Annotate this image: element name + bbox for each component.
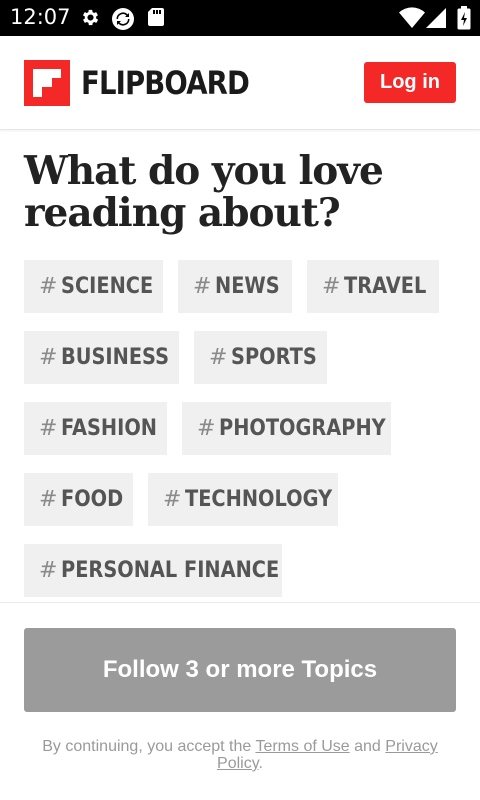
- topic-label: FOOD: [61, 487, 124, 512]
- hashtag-icon: #: [197, 416, 216, 441]
- sync-icon: [111, 7, 135, 36]
- page-title: What do you love reading about?: [24, 150, 464, 234]
- hashtag-icon: #: [39, 274, 58, 299]
- topic-chip-news[interactable]: # NEWS: [178, 260, 292, 313]
- topic-label: SCIENCE: [61, 274, 154, 299]
- topic-label: NEWS: [215, 274, 281, 299]
- flipboard-logo-icon: [24, 60, 70, 106]
- bottom-panel: Follow 3 or more Topics By continuing, y…: [0, 602, 480, 800]
- battery-icon: [457, 6, 471, 35]
- status-bar: 12:07: [0, 0, 480, 36]
- topic-label: SPORTS: [231, 345, 318, 370]
- page-title-line-2: reading about?: [24, 190, 341, 236]
- topic-label: PHOTOGRAPHY: [219, 416, 387, 441]
- hashtag-icon: #: [322, 274, 341, 299]
- hashtag-icon: #: [39, 487, 58, 512]
- topic-label: FASHION: [61, 416, 158, 441]
- signal-icon: [425, 7, 447, 34]
- hashtag-icon: #: [163, 487, 182, 512]
- topic-chip-food[interactable]: # FOOD: [24, 473, 133, 526]
- legal-suffix: .: [258, 755, 263, 772]
- app-header: FLIPBOARD Log in: [0, 36, 480, 130]
- topic-chip-personal-finance[interactable]: # PERSONAL FINANCE: [24, 544, 282, 597]
- follow-topics-button[interactable]: Follow 3 or more Topics: [24, 628, 456, 712]
- topic-chip-technology[interactable]: # TECHNOLOGY: [148, 473, 338, 526]
- page-title-line-1: What do you love: [24, 148, 384, 194]
- hashtag-icon: #: [39, 416, 58, 441]
- topic-label: TECHNOLOGY: [185, 487, 333, 512]
- topic-chip-business[interactable]: # BUSINESS: [24, 331, 179, 384]
- logo-wordmark: FLIPBOARD: [81, 64, 250, 102]
- legal-notice: By continuing, you accept the Terms of U…: [24, 738, 456, 772]
- status-time: 12:07: [10, 5, 71, 29]
- hashtag-icon: #: [39, 558, 58, 583]
- topic-chip-science[interactable]: # SCIENCE: [24, 260, 163, 313]
- topic-label: PERSONAL FINANCE: [61, 558, 280, 583]
- hashtag-icon: #: [39, 345, 58, 370]
- topic-chip-fashion[interactable]: # FASHION: [24, 402, 167, 455]
- gear-icon: [80, 7, 101, 33]
- legal-and: and: [349, 738, 386, 755]
- wifi-icon: [399, 7, 425, 34]
- legal-prefix: By continuing, you accept the: [42, 738, 256, 755]
- sd-card-icon: [147, 7, 165, 32]
- hashtag-icon: #: [193, 274, 212, 299]
- hashtag-icon: #: [209, 345, 228, 370]
- topic-chip-travel[interactable]: # TRAVEL: [307, 260, 439, 313]
- topic-label: TRAVEL: [344, 274, 427, 299]
- topic-chip-sports[interactable]: # SPORTS: [194, 331, 327, 384]
- login-button[interactable]: Log in: [364, 62, 456, 103]
- topic-chip-photography[interactable]: # PHOTOGRAPHY: [182, 402, 391, 455]
- topic-label: BUSINESS: [61, 345, 170, 370]
- terms-of-use-link[interactable]: Terms of Use: [255, 738, 349, 755]
